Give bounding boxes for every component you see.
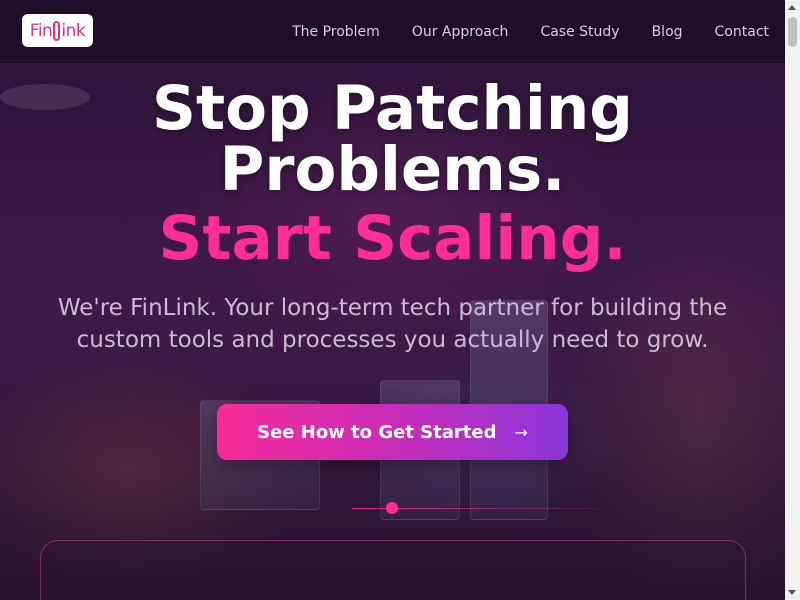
hero-headline: Stop Patching Problems. <box>0 78 785 200</box>
headline-line-2: Problems. <box>219 134 566 205</box>
nav-link-blog[interactable]: Blog <box>652 24 683 40</box>
finlink-logo[interactable]: Fin ink <box>22 14 93 47</box>
nav-link-case-study[interactable]: Case Study <box>540 24 619 40</box>
logo-text-left: Fin <box>29 20 53 41</box>
page-scrollbar[interactable] <box>785 0 800 600</box>
scroll-down-icon[interactable] <box>788 590 796 595</box>
nav-link-our-approach[interactable]: Our Approach <box>412 24 509 40</box>
hero-subtext: We're FinLink. Your long-term tech partn… <box>57 295 728 353</box>
scroll-up-icon[interactable] <box>788 5 796 10</box>
scrollbar-thumb[interactable] <box>788 17 797 47</box>
nav-link-the-problem[interactable]: The Problem <box>292 24 380 40</box>
nav-link-contact[interactable]: Contact <box>715 24 769 40</box>
get-started-button[interactable]: See How to Get Started → <box>217 404 568 460</box>
site-header: Fin ink The Problem Our Approach Case Stu… <box>0 0 785 64</box>
main-nav: The Problem Our Approach Case Study Blog… <box>292 0 769 64</box>
content-card <box>40 540 746 600</box>
cta-label: See How to Get Started <box>257 421 497 443</box>
headline-accent: Start Scaling. <box>158 203 627 274</box>
logo-text-right: ink <box>61 20 86 41</box>
arrow-right-icon: → <box>514 422 528 442</box>
timeline-dot <box>386 502 398 514</box>
hero-section: Stop Patching Problems. Start Scaling. W… <box>0 64 785 600</box>
paperclip-icon <box>53 20 61 41</box>
